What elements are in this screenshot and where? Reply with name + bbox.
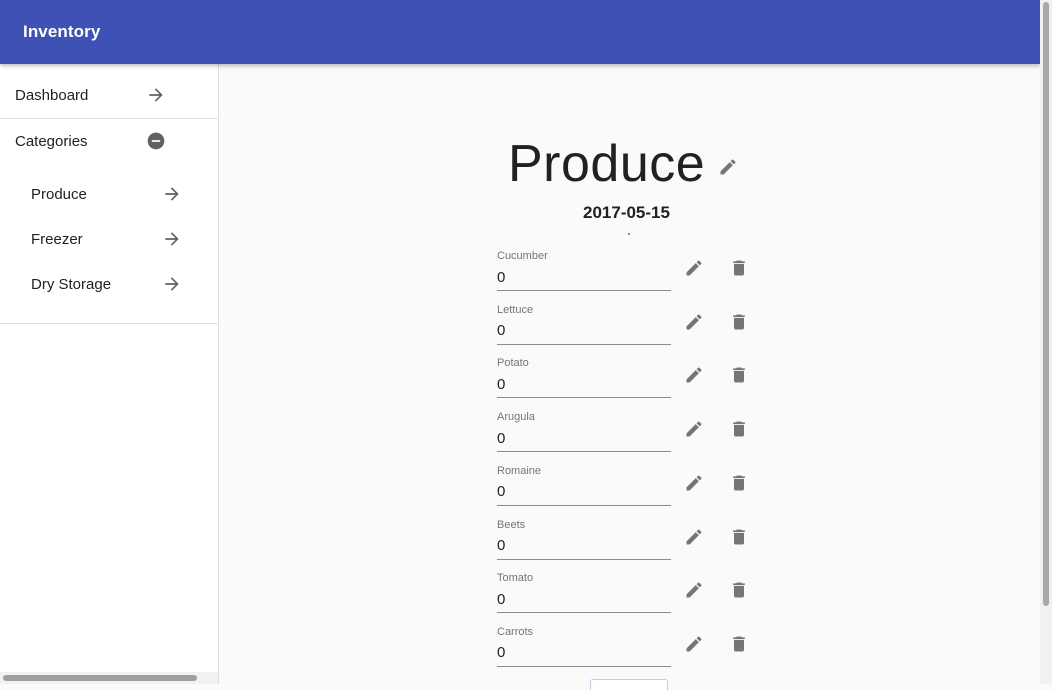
item-name-label: Lettuce (497, 303, 534, 316)
sidebar-item-dashboard[interactable]: Dashboard (0, 80, 218, 110)
sidebar-item-label: Freezer (31, 231, 83, 248)
arrow-forward-icon[interactable] (146, 85, 166, 105)
arrow-forward-icon[interactable] (162, 184, 182, 204)
sidebar: Dashboard Categories Produce Freezer Dry… (0, 64, 219, 684)
arrow-forward-icon[interactable] (162, 274, 182, 294)
sidebar-item-label: Produce (31, 186, 87, 203)
item-name-label: Romaine (497, 464, 542, 477)
divider-dot (628, 233, 630, 235)
edit-title-pencil-icon[interactable] (718, 157, 738, 177)
main-content: Produce 2017-05-15 Cucumber Lettuce Potato… (219, 64, 1040, 690)
delete-item-trash-icon[interactable] (729, 365, 749, 385)
edit-item-pencil-icon[interactable] (684, 365, 704, 385)
delete-item-trash-icon[interactable] (729, 580, 749, 600)
page-vertical-scrollbar[interactable] (1040, 0, 1052, 684)
item-quantity-input[interactable] (497, 532, 671, 560)
arrow-forward-icon[interactable] (162, 229, 182, 249)
item-quantity-input[interactable] (497, 317, 671, 345)
item-quantity-input[interactable] (497, 371, 671, 399)
app-title: Inventory (23, 22, 101, 41)
sidebar-item-dry-storage[interactable]: Dry Storage (0, 269, 218, 299)
edit-item-pencil-icon[interactable] (684, 258, 704, 278)
item-name-label: Tomato (497, 572, 534, 585)
item-name-label: Beets (497, 518, 526, 531)
inventory-item-row: Potato (497, 357, 777, 411)
sidebar-item-freezer[interactable]: Freezer (0, 224, 218, 254)
delete-item-trash-icon[interactable] (729, 312, 749, 332)
edit-item-pencil-icon[interactable] (684, 419, 704, 439)
edit-item-pencil-icon[interactable] (684, 473, 704, 493)
delete-item-trash-icon[interactable] (729, 419, 749, 439)
edit-item-pencil-icon[interactable] (684, 580, 704, 600)
delete-item-trash-icon[interactable] (729, 527, 749, 547)
sidebar-horizontal-scrollbar[interactable] (0, 672, 218, 684)
edit-item-pencil-icon[interactable] (684, 634, 704, 654)
sidebar-item-categories[interactable]: Categories (0, 126, 218, 156)
scrollbar-thumb[interactable] (1043, 2, 1049, 606)
delete-item-trash-icon[interactable] (729, 473, 749, 493)
inventory-item-row: Cucumber (497, 250, 777, 304)
item-quantity-input[interactable] (497, 425, 671, 453)
edit-item-pencil-icon[interactable] (684, 312, 704, 332)
page-title: Produce (508, 135, 706, 193)
item-name-label: Arugula (497, 411, 535, 424)
sidebar-item-label: Categories (15, 133, 88, 150)
app-toolbar: Inventory (0, 0, 1040, 64)
item-quantity-input[interactable] (497, 639, 671, 667)
sidebar-divider (0, 118, 218, 119)
inventory-item-row: Beets (497, 519, 777, 573)
remove-circle-icon[interactable] (146, 131, 166, 151)
inventory-item-row: Lettuce (497, 304, 777, 358)
inventory-item-row: Arugula (497, 411, 777, 465)
sidebar-item-label: Dashboard (15, 87, 89, 104)
add-item-button[interactable] (590, 679, 668, 690)
edit-item-pencil-icon[interactable] (684, 527, 704, 547)
inventory-item-row: Tomato (497, 572, 777, 626)
item-name-label: Carrots (497, 625, 534, 638)
inventory-date: 2017-05-15 (583, 203, 670, 222)
sidebar-divider (0, 323, 218, 324)
scrollbar-thumb[interactable] (3, 675, 197, 681)
sidebar-item-produce[interactable]: Produce (0, 179, 218, 209)
delete-item-trash-icon[interactable] (729, 634, 749, 654)
item-name-label: Potato (497, 357, 529, 370)
item-quantity-input[interactable] (497, 586, 671, 614)
item-quantity-input[interactable] (497, 478, 671, 506)
inventory-item-row: Romaine (497, 465, 777, 519)
delete-item-trash-icon[interactable] (729, 258, 749, 278)
item-quantity-input[interactable] (497, 264, 671, 291)
item-name-label: Cucumber (497, 250, 548, 262)
inventory-item-row: Carrots (497, 626, 777, 680)
sidebar-item-label: Dry Storage (31, 276, 112, 293)
